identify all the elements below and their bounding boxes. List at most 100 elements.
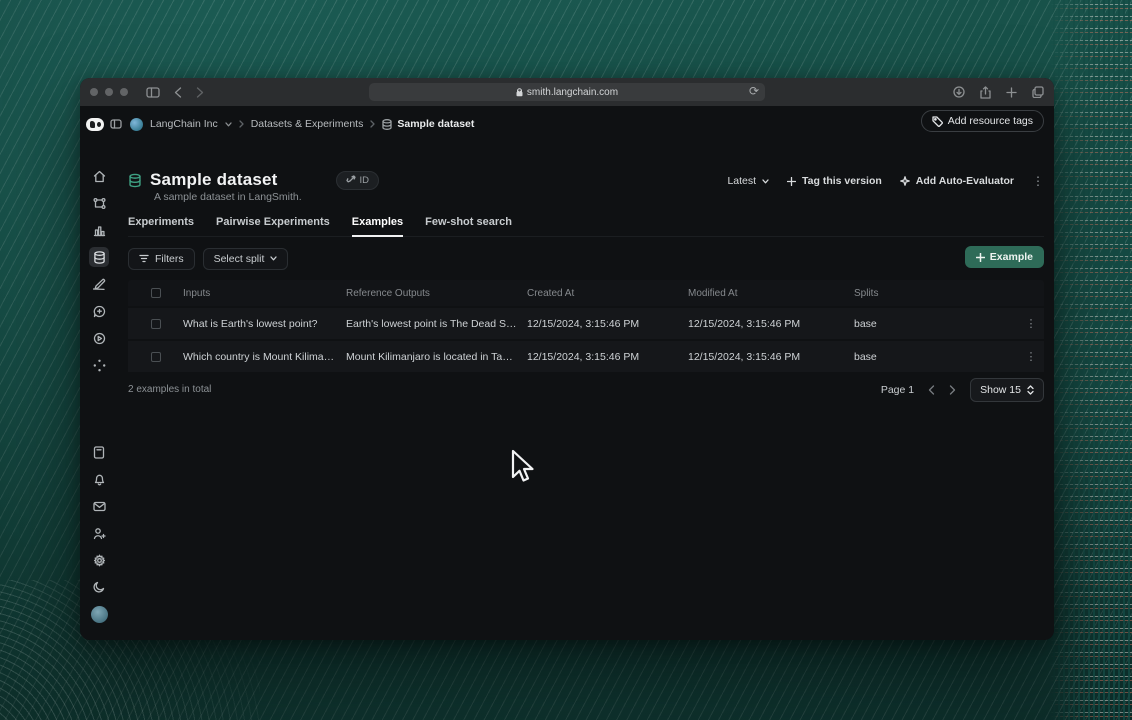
add-auto-evaluator-button[interactable]: Add Auto-Evaluator <box>899 175 1014 187</box>
zoom-window-button[interactable] <box>120 88 128 96</box>
database-icon <box>93 250 105 264</box>
chevron-down-icon <box>762 178 769 183</box>
page-size-selector[interactable]: Show 15 <box>970 378 1044 402</box>
row-checkbox[interactable] <box>150 351 161 362</box>
version-selector[interactable]: Latest <box>727 175 769 187</box>
add-auto-evaluator-label: Add Auto-Evaluator <box>915 175 1014 187</box>
sidebar-item-playground[interactable] <box>89 328 109 348</box>
row-overflow-menu[interactable]: ⋮ <box>1018 350 1044 363</box>
background-guilloche-right <box>1050 0 1132 720</box>
minimize-window-button[interactable] <box>105 88 113 96</box>
up-down-chevrons-icon <box>1027 385 1034 395</box>
browser-window: smith.langchain.com ⟳ LangChain Inc Data… <box>80 78 1054 640</box>
tab-overview-icon[interactable] <box>1032 86 1044 98</box>
bar-chart-icon <box>93 225 105 236</box>
cell-created-at: 12/15/2024, 3:15:46 PM <box>527 350 640 363</box>
select-all-checkbox[interactable] <box>150 288 161 298</box>
column-header-reference-outputs[interactable]: Reference Outputs <box>346 288 527 299</box>
back-button[interactable] <box>174 86 182 98</box>
breadcrumb-current[interactable]: Sample dataset <box>382 118 474 130</box>
close-window-button[interactable] <box>90 88 98 96</box>
sidebar-item-annotation-queues[interactable] <box>89 274 109 294</box>
add-resource-tags-label: Add resource tags <box>947 115 1033 127</box>
cell-splits: base <box>854 350 877 363</box>
downloads-icon[interactable] <box>953 86 965 98</box>
tab-pairwise-experiments[interactable]: Pairwise Experiments <box>216 216 330 237</box>
forward-button[interactable] <box>196 86 204 98</box>
tab-few-shot-search[interactable]: Few-shot search <box>425 216 512 237</box>
org-avatar <box>130 117 143 131</box>
table-row[interactable]: Which country is Mount Kilimanjaro... Mo… <box>128 341 1044 372</box>
add-resource-tags-button[interactable]: Add resource tags <box>920 110 1044 132</box>
main-content: Sample dataset ID A sample dataset in La… <box>128 162 1044 640</box>
tab-examples[interactable]: Examples <box>351 216 404 237</box>
chat-bubble-icon <box>93 305 105 317</box>
add-example-label: Example <box>989 251 1033 263</box>
sidebar-item-tracing[interactable] <box>89 193 109 213</box>
cell-inputs: What is Earth's lowest point? <box>183 317 318 330</box>
share-icon[interactable] <box>980 85 991 99</box>
table-row[interactable]: What is Earth's lowest point? Earth's lo… <box>128 308 1044 339</box>
column-header-inputs[interactable]: Inputs <box>183 288 346 299</box>
org-switcher-chevron-icon[interactable] <box>225 121 232 127</box>
breadcrumb-separator-icon <box>239 120 244 128</box>
play-circle-icon <box>93 332 105 344</box>
dataset-tabs: Experiments Pairwise Experiments Example… <box>128 216 1044 237</box>
home-icon <box>93 170 105 182</box>
tab-experiments[interactable]: Experiments <box>128 216 194 237</box>
sidebar-item-datasets[interactable] <box>89 247 109 267</box>
column-header-splits[interactable]: Splits <box>854 288 1018 299</box>
table-header-row: Inputs Reference Outputs Created At Modi… <box>128 280 1044 306</box>
page-indicator: Page 1 <box>880 384 915 396</box>
sidebar-user-avatar[interactable] <box>89 604 109 624</box>
sidebar-item-docs[interactable] <box>89 442 109 462</box>
address-bar[interactable]: smith.langchain.com ⟳ <box>369 83 765 101</box>
reload-icon[interactable]: ⟳ <box>749 84 759 98</box>
browser-chrome: smith.langchain.com ⟳ <box>80 78 1054 106</box>
pen-icon <box>92 278 105 290</box>
collapse-sidebar-icon[interactable] <box>110 119 122 129</box>
select-split-dropdown[interactable]: Select split <box>202 247 289 270</box>
dataset-id-pill[interactable]: ID <box>335 170 380 190</box>
sidebar-item-home[interactable] <box>89 166 109 186</box>
dataset-overflow-menu[interactable]: ⋮ <box>1032 174 1044 188</box>
traffic-lights[interactable] <box>90 88 128 96</box>
move-dots-icon <box>93 359 105 371</box>
cell-reference-outputs: Earth's lowest point is The Dead Sea. <box>346 317 521 330</box>
new-tab-icon[interactable] <box>1006 86 1017 98</box>
row-overflow-menu[interactable]: ⋮ <box>1018 317 1044 330</box>
add-user-icon <box>93 527 106 539</box>
sidebar-item-theme-toggle[interactable] <box>89 577 109 597</box>
sidebar-item-monitoring[interactable] <box>89 220 109 240</box>
breadcrumb-section[interactable]: Datasets & Experiments <box>251 118 364 130</box>
row-checkbox[interactable] <box>150 318 161 329</box>
sidebar-item-invite-user[interactable] <box>89 523 109 543</box>
column-header-created-at[interactable]: Created At <box>527 288 688 299</box>
sidebar-item-deployments[interactable] <box>89 355 109 375</box>
tag-icon <box>932 115 943 127</box>
sidebar-bottom-nav <box>88 442 110 624</box>
table-footer: 2 examples in total Page 1 Show 15 <box>128 378 1044 402</box>
tag-version-label: Tag this version <box>802 175 882 187</box>
sidebar-item-mail[interactable] <box>89 496 109 516</box>
dataset-title-icon <box>129 173 141 187</box>
dataset-id-label: ID <box>359 174 370 186</box>
url-text: smith.langchain.com <box>526 86 619 98</box>
tag-version-button[interactable]: Tag this version <box>787 175 882 187</box>
filters-button[interactable]: Filters <box>128 247 195 270</box>
sidebar-toggle-icon[interactable] <box>146 86 160 98</box>
sidebar-nav <box>88 166 110 382</box>
sidebar-item-settings[interactable] <box>89 550 109 570</box>
cell-created-at: 12/15/2024, 3:15:46 PM <box>527 317 640 330</box>
sidebar-item-prompts[interactable] <box>89 301 109 321</box>
add-example-button[interactable]: Example <box>964 246 1044 268</box>
sidebar-item-notifications[interactable] <box>89 469 109 489</box>
cell-modified-at: 12/15/2024, 3:15:46 PM <box>688 317 801 330</box>
dataset-icon <box>382 118 393 130</box>
next-page-button[interactable] <box>949 385 956 395</box>
column-header-modified-at[interactable]: Modified At <box>688 288 854 299</box>
breadcrumb-org[interactable]: LangChain Inc <box>150 118 218 130</box>
link-icon <box>345 175 356 183</box>
previous-page-button[interactable] <box>928 385 935 395</box>
version-selector-label: Latest <box>727 175 757 187</box>
